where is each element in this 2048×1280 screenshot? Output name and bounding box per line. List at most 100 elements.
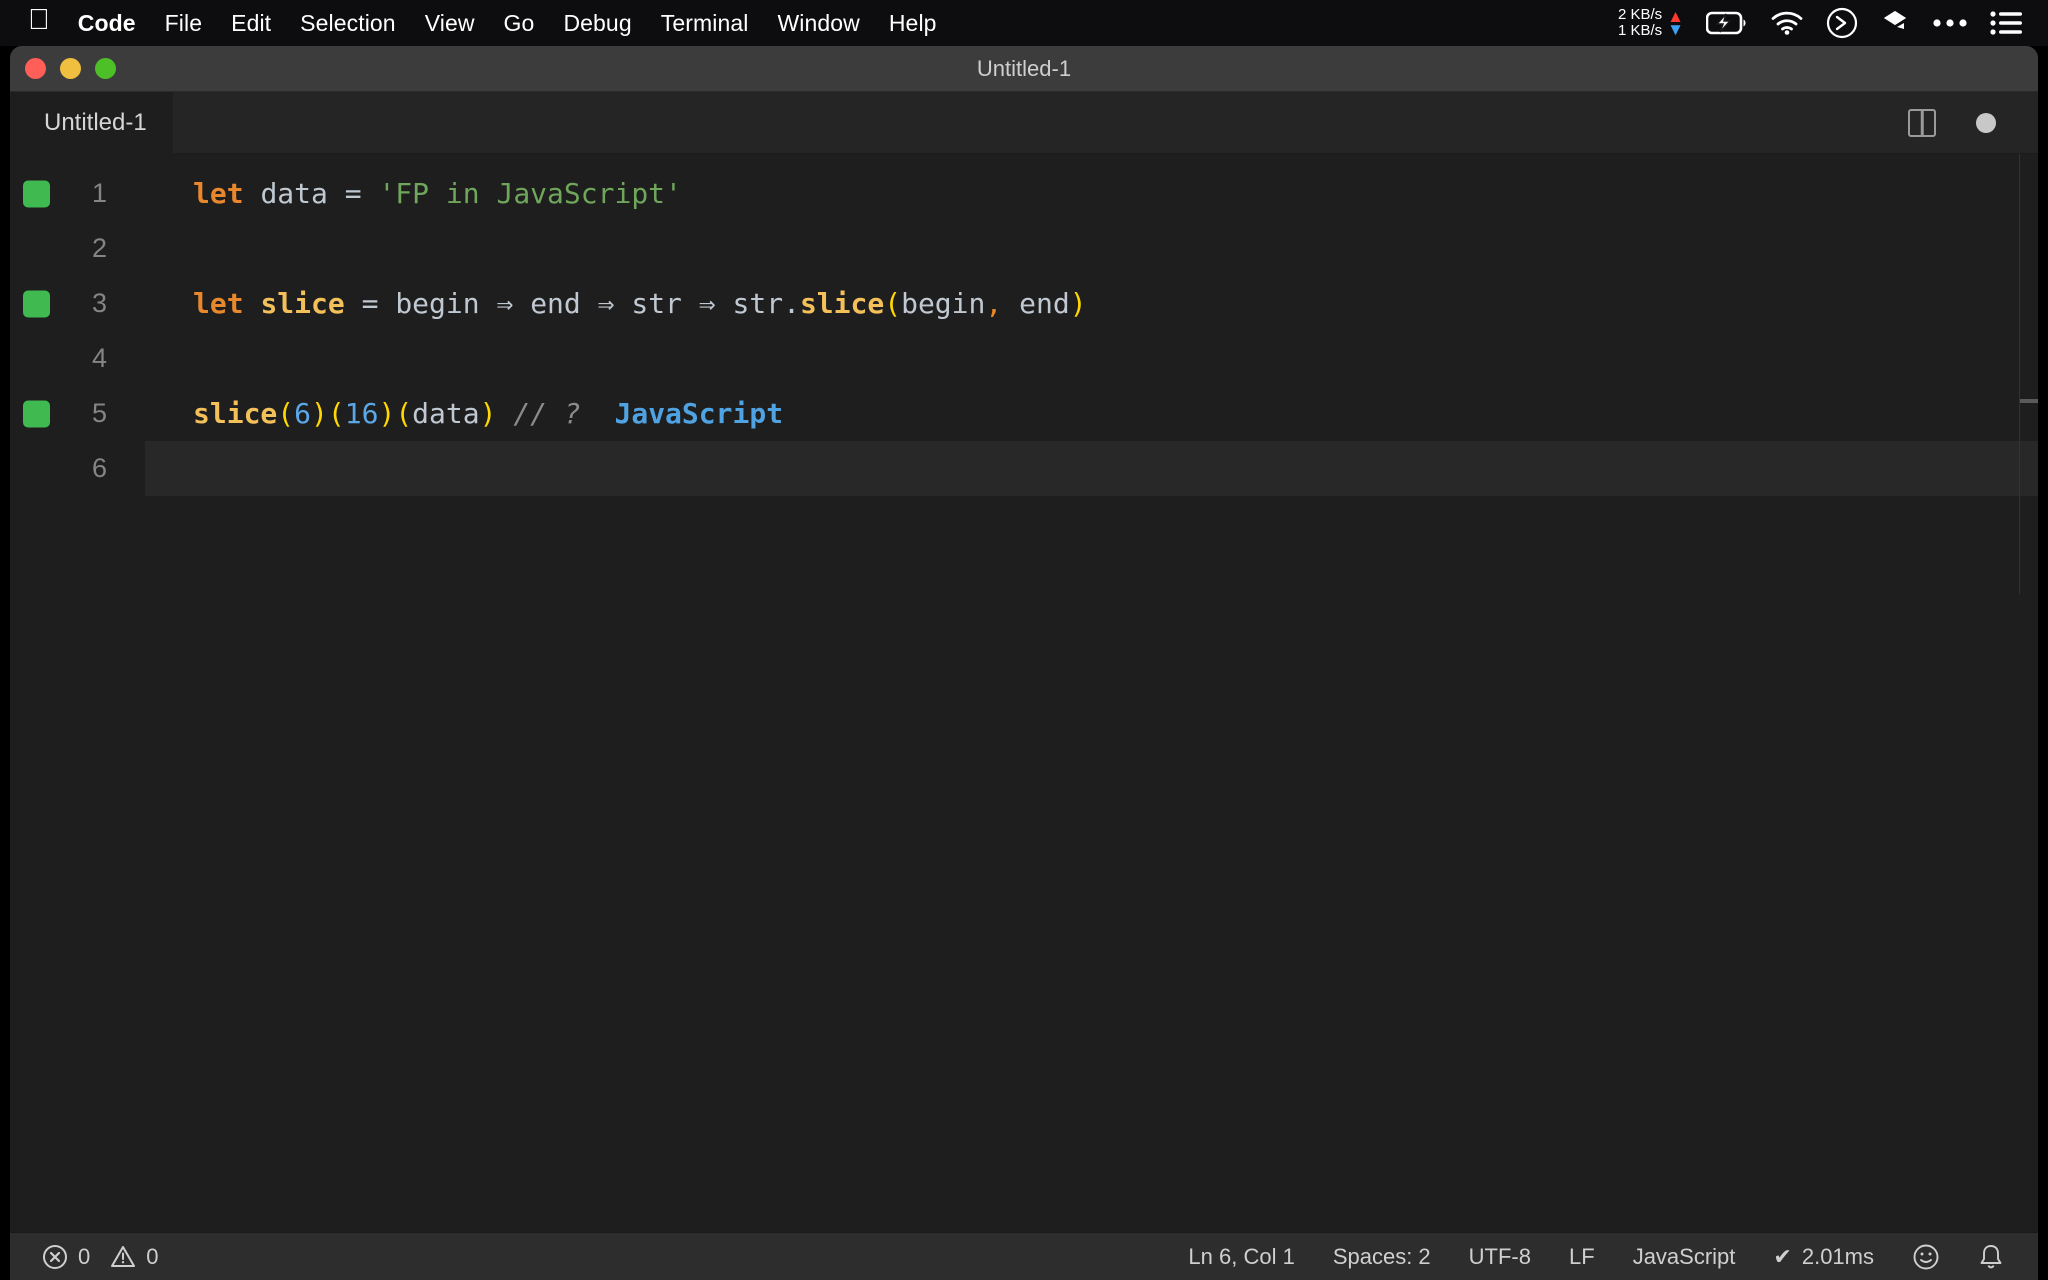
quokka-status[interactable]: ✔ 2.01ms — [1773, 1244, 1874, 1270]
code-token: = — [344, 177, 362, 210]
line-number: 6 — [91, 453, 107, 483]
line-content — [145, 331, 2038, 386]
code-token: slice — [260, 287, 345, 320]
menu-item-code[interactable]: Code — [78, 10, 136, 37]
code-line[interactable]: 6 — [10, 441, 2038, 496]
line-content: let data = 'FP in JavaScript' — [145, 166, 2038, 221]
problems-status-item[interactable]: 0 0 — [42, 1244, 159, 1270]
network-upload-rate: 2 KB/s — [1617, 6, 1663, 23]
network-speed-indicator[interactable]: 2 KB/s 1 KB/s ▲ ▼ — [1618, 7, 1684, 39]
tab-untitled-1[interactable]: Untitled-1 — [10, 91, 174, 154]
warning-triangle-icon — [110, 1244, 136, 1270]
battery-charging-icon[interactable] — [1706, 11, 1748, 35]
apple-logo-icon[interactable]:  — [28, 5, 50, 35]
editor-tabs-bar: Untitled-1 — [10, 91, 2038, 154]
menu-item-help[interactable]: Help — [889, 10, 937, 37]
code-token: . — [783, 287, 800, 320]
scrollbar-thumb[interactable] — [2020, 399, 2038, 403]
code-token: data — [260, 177, 328, 210]
code-token: , — [985, 287, 1003, 320]
code-token: ) — [479, 397, 497, 430]
code-line[interactable]: 3 let slice = begin ⇒ end ⇒ str ⇒ str. sli… — [10, 276, 2038, 331]
menu-item-terminal[interactable]: Terminal — [661, 10, 749, 37]
menu-item-selection[interactable]: Selection — [300, 10, 396, 37]
line-content: let slice = begin ⇒ end ⇒ str ⇒ str. slic… — [145, 276, 2038, 331]
quokka-gutter-marker-icon — [23, 290, 50, 317]
code-token: ) — [1069, 287, 1087, 320]
line-content — [145, 221, 2038, 276]
code-token: ( — [327, 397, 345, 430]
code-token: ( — [395, 397, 413, 430]
menu-items: Code File Edit Selection View Go Debug Terminal… — [78, 10, 966, 37]
code-token: ) — [378, 397, 396, 430]
line-number: 2 — [91, 233, 107, 263]
code-token: 'FP in JavaScript' — [378, 177, 682, 210]
quokka-check-icon: ✔ — [1773, 1243, 1792, 1269]
code-token: ⇒ — [597, 287, 615, 320]
code-line[interactable]: 5 slice(6)(16)(data) // ? JavaScript — [10, 386, 2038, 441]
code-line[interactable]: 2 — [10, 221, 2038, 276]
editor-vertical-scrollbar[interactable] — [2020, 154, 2038, 1280]
code-token: 6 — [294, 397, 312, 430]
menu-item-file[interactable]: File — [165, 10, 202, 37]
control-center-list-icon[interactable] — [1990, 10, 2022, 36]
unsaved-indicator-dot[interactable] — [1976, 112, 1996, 133]
indentation-status[interactable]: Spaces: 2 — [1333, 1244, 1431, 1270]
download-arrow-icon: ▼ — [1667, 20, 1684, 39]
smiley-icon[interactable] — [1912, 1243, 1940, 1271]
window-title-bar: Untitled-1 — [10, 46, 2038, 92]
code-line[interactable]: 1 let data = 'FP in JavaScript' — [10, 166, 2038, 221]
code-token: str — [631, 287, 682, 320]
code-token: slice — [193, 397, 278, 430]
dropbox-icon[interactable] — [1880, 8, 1910, 38]
code-line[interactable]: 4 — [10, 331, 2038, 386]
code-token: ( — [277, 397, 295, 430]
code-token: ⇒ — [698, 287, 716, 320]
line-content: slice(6)(16)(data) // ? JavaScript — [145, 386, 2038, 441]
code-token: begin — [395, 287, 480, 320]
quokka-gutter-marker-icon — [23, 180, 50, 207]
editor-actions — [1908, 108, 2038, 137]
menu-item-window[interactable]: Window — [777, 10, 859, 37]
status-bar-right: Ln 6, Col 1 Spaces: 2 UTF-8 LF JavaScrip… — [1188, 1243, 2038, 1271]
code-token: end — [1019, 287, 1070, 320]
code-token: // ? — [513, 397, 581, 430]
menu-item-go[interactable]: Go — [504, 10, 535, 37]
menu-item-view[interactable]: View — [425, 10, 475, 37]
quokka-run-time: 2.01ms — [1801, 1243, 1874, 1269]
wifi-icon[interactable] — [1770, 10, 1804, 36]
error-count: 0 — [78, 1243, 91, 1269]
code-token: let — [193, 177, 244, 210]
code-editor[interactable]: 1 let data = 'FP in JavaScript' 2 3 let slic… — [10, 154, 2038, 1280]
status-bar: 0 0 Ln 6, Col 1 Spaces: 2 UTF-8 LF JavaS… — [10, 1232, 2038, 1280]
network-download-rate: 1 KB/s — [1617, 22, 1663, 39]
cursor-position-status[interactable]: Ln 6, Col 1 — [1188, 1244, 1294, 1270]
code-token: ( — [884, 287, 902, 320]
split-editor-icon[interactable] — [1908, 108, 1936, 137]
ellipsis-icon[interactable] — [1932, 17, 1968, 29]
code-token: str — [732, 287, 784, 320]
menu-item-edit[interactable]: Edit — [231, 10, 271, 37]
code-token: let — [193, 287, 244, 320]
tab-label: Untitled-1 — [44, 108, 147, 136]
eol-status[interactable]: LF — [1569, 1244, 1595, 1270]
encoding-status[interactable]: UTF-8 — [1469, 1244, 1531, 1270]
macos-menu-bar:  Code File Edit Selection View Go Debug Termin… — [0, 0, 2048, 46]
bell-icon[interactable] — [1978, 1243, 2004, 1271]
code-token: 16 — [344, 397, 379, 430]
code-token: slice — [799, 287, 885, 320]
line-content — [145, 441, 2038, 496]
language-mode-status[interactable]: JavaScript — [1633, 1244, 1736, 1270]
code-token: ) — [311, 397, 328, 430]
terminal-prompt-icon[interactable] — [1826, 7, 1858, 39]
menu-item-debug[interactable]: Debug — [563, 10, 631, 37]
